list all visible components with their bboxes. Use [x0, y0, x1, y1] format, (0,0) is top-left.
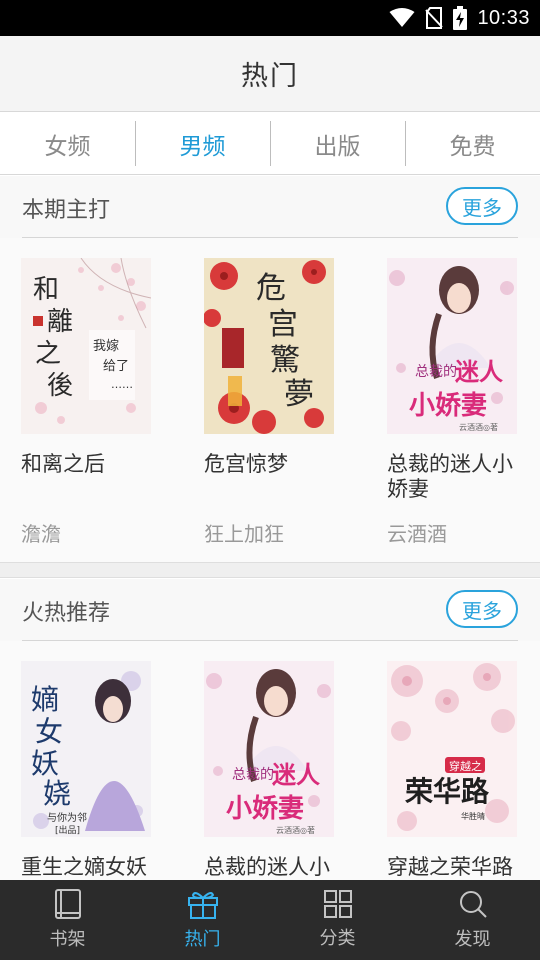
section-header: 火热推荐 更多: [0, 579, 540, 641]
no-sim-icon: [425, 7, 444, 29]
section-featured: 本期主打 更多 和 離 之 後 我嫁 给了 …… 和离之后 澹澹 危 宫 驚 夢…: [0, 176, 540, 562]
svg-text:华胜晴: 华胜晴: [461, 811, 485, 821]
status-bar: 10:33: [0, 0, 540, 36]
book-icon: [54, 889, 82, 919]
svg-text:迷人: 迷人: [272, 761, 320, 789]
section-separator: [0, 562, 540, 578]
svg-text:迷人: 迷人: [455, 358, 503, 386]
svg-text:娆: 娆: [43, 777, 71, 810]
svg-text:小娇妻: 小娇妻: [409, 391, 487, 421]
svg-text:总裁的: 总裁的: [415, 364, 457, 380]
battery-charging-icon: [453, 6, 468, 30]
nav-category[interactable]: 分类: [270, 880, 405, 960]
nav-hot[interactable]: 热门: [135, 880, 270, 960]
svg-text:云酒酒◎著: 云酒酒◎著: [459, 422, 498, 432]
nav-discover[interactable]: 发现: [405, 880, 540, 960]
svg-text:给了: 给了: [103, 359, 129, 374]
book-cover[interactable]: 和 離 之 後 我嫁 给了 ……: [21, 258, 151, 434]
tab-male[interactable]: 男频: [135, 113, 270, 174]
book-cover[interactable]: 总裁的 迷人 小娇妻 云酒酒◎著: [204, 661, 334, 837]
nav-label: 书架: [49, 929, 86, 950]
book-cover[interactable]: 总裁的 迷人 小娇妻 云酒酒◎著: [387, 258, 517, 434]
book-title: 总裁的迷人小娇妻: [387, 452, 513, 501]
page-title: 热门: [241, 61, 299, 92]
nav-label: 热门: [184, 929, 221, 950]
book-title: 危宫惊梦: [204, 452, 288, 476]
book-author: 澹澹: [21, 522, 61, 546]
book-cover[interactable]: 危 宫 驚 夢: [204, 258, 334, 434]
nav-bookshelf[interactable]: 书架: [0, 880, 135, 960]
book-author: 云酒酒: [387, 522, 447, 546]
tab-publish[interactable]: 出版: [270, 113, 405, 174]
nav-label: 发现: [454, 929, 491, 950]
book-cover[interactable]: 嫡 女 妖 娆 与你为邻 [出品]: [21, 661, 151, 837]
gift-icon: [187, 889, 219, 919]
search-icon: [458, 889, 488, 919]
svg-text:妖: 妖: [31, 747, 59, 780]
category-tabs: 女频 男频 出版 免费: [0, 113, 540, 175]
svg-text:女: 女: [35, 715, 63, 748]
svg-text:夢: 夢: [284, 377, 314, 412]
svg-text:離: 離: [47, 307, 73, 337]
book-row: 嫡 女 妖 娆 与你为邻 [出品] 重生之嫡女妖娆: [0, 641, 540, 904]
section-title: 火热推荐: [22, 601, 111, 626]
tab-female[interactable]: 女频: [0, 113, 135, 174]
svg-text:宫: 宫: [268, 307, 298, 342]
more-button[interactable]: 更多: [446, 187, 518, 225]
svg-text:……: ……: [111, 378, 133, 391]
svg-text:荣华路: 荣华路: [405, 775, 490, 808]
book-cover[interactable]: 穿越之 荣华路 华胜晴: [387, 661, 517, 837]
book-title: 穿越之荣华路: [387, 855, 513, 879]
more-button[interactable]: 更多: [446, 590, 518, 628]
svg-text:总裁的: 总裁的: [232, 767, 274, 783]
svg-text:与你为邻: 与你为邻: [47, 811, 87, 824]
grid-icon: [323, 890, 352, 918]
section-title: 本期主打: [22, 198, 111, 223]
status-time: 10:33: [477, 6, 530, 29]
svg-text:之: 之: [35, 339, 61, 369]
section-recommended: 火热推荐 更多 嫡 女 妖 娆 与你为邻 [出品] 重生之嫡女妖 总裁的 迷人 …: [0, 579, 540, 904]
book-title: 和离之后: [21, 452, 105, 476]
svg-text:小娇妻: 小娇妻: [226, 794, 304, 824]
svg-text:嫡: 嫡: [31, 683, 59, 716]
svg-text:後: 後: [47, 371, 73, 401]
book-row: 和 離 之 後 我嫁 给了 …… 和离之后 澹澹 危 宫 驚 夢 危宫惊梦 狂上…: [0, 238, 540, 562]
svg-text:[出品]: [出品]: [55, 824, 80, 836]
nav-label: 分类: [319, 928, 356, 949]
svg-text:我嫁: 我嫁: [93, 339, 119, 354]
wifi-icon: [389, 8, 415, 28]
svg-text:驚: 驚: [270, 343, 300, 378]
svg-text:和: 和: [33, 275, 59, 305]
section-header: 本期主打 更多: [0, 176, 540, 238]
svg-text:穿越之: 穿越之: [449, 759, 482, 773]
bottom-nav: 书架 热门 分类 发现: [0, 880, 540, 960]
book-author: 狂上加狂: [204, 522, 284, 546]
svg-text:云酒酒◎著: 云酒酒◎著: [276, 825, 315, 835]
tab-free[interactable]: 免费: [405, 113, 540, 174]
app-header: 热门: [0, 36, 540, 112]
svg-text:危: 危: [256, 271, 286, 306]
